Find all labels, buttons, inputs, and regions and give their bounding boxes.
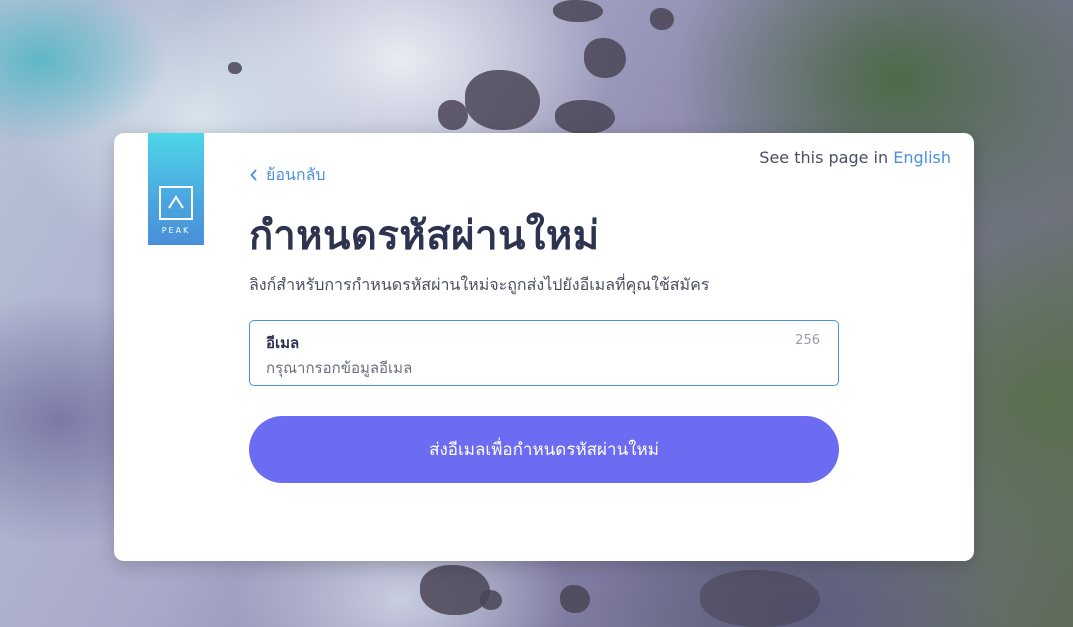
- language-switch: See this page in English: [759, 148, 951, 167]
- back-link[interactable]: ย้อนกลับ: [250, 163, 326, 188]
- back-link-label: ย้อนกลับ: [266, 165, 326, 184]
- logo-text: PEAK: [161, 226, 191, 235]
- english-link[interactable]: English: [893, 148, 951, 167]
- page-subtitle: ลิงก์สำหรับการกำหนดรหัสผ่านใหม่จะถูกส่งไ…: [249, 275, 710, 294]
- email-field[interactable]: อีเมล 256: [249, 320, 839, 386]
- email-field-char-limit: 256: [795, 333, 820, 348]
- email-field-label: อีเมล: [266, 334, 300, 352]
- chevron-left-icon: [250, 166, 258, 185]
- email-input[interactable]: [266, 357, 816, 379]
- reset-password-card: PEAK See this page in English ย้อนกลับ ก…: [114, 133, 974, 561]
- page-title: กำหนดรหัสผ่านใหม่: [249, 213, 600, 259]
- send-reset-email-button[interactable]: ส่งอีเมลเพื่อกำหนดรหัสผ่านใหม่: [249, 416, 839, 483]
- peak-logo: PEAK: [148, 133, 204, 245]
- language-switch-prefix: See this page in: [759, 148, 889, 167]
- peak-logo-mark-icon: [159, 186, 193, 220]
